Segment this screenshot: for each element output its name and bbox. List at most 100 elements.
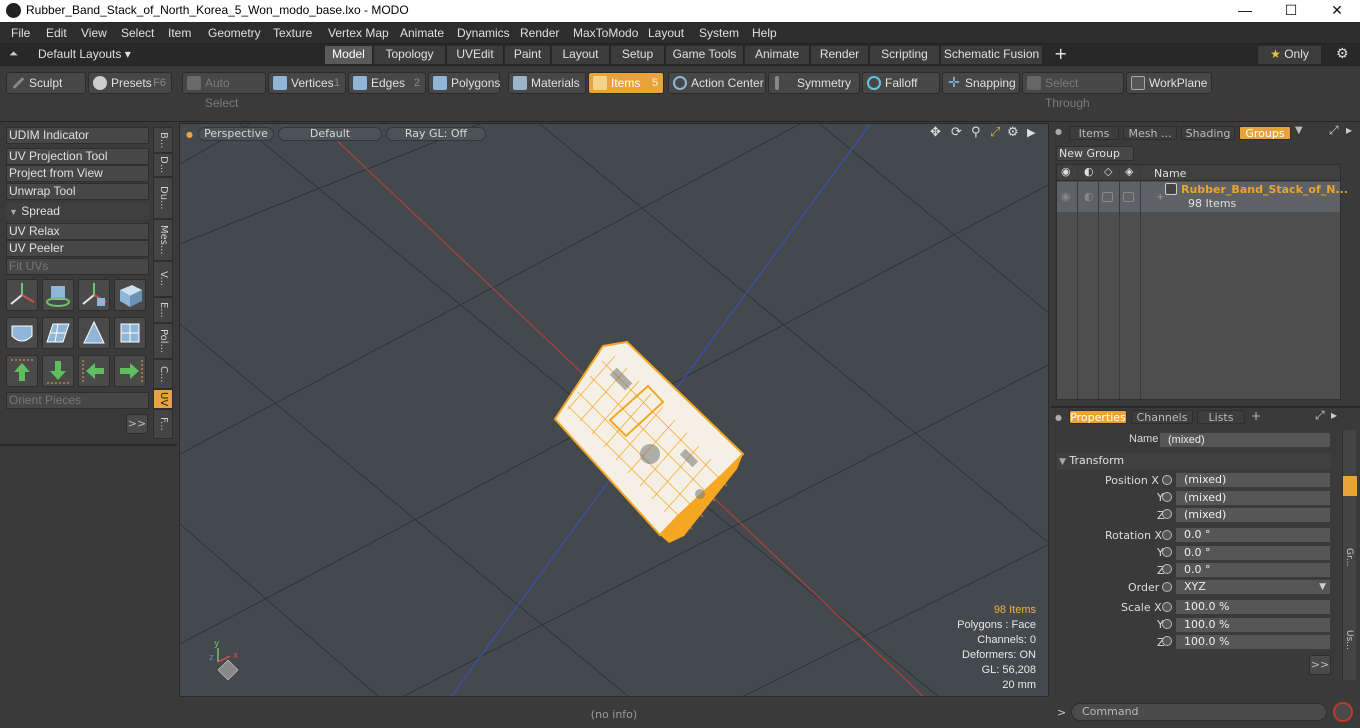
position-x-key-icon[interactable] (1162, 475, 1172, 485)
tab-channels[interactable]: Channels (1131, 410, 1193, 424)
position-z-field[interactable]: (mixed) (1175, 507, 1331, 523)
group-visibility-icon[interactable]: ◉ (1061, 190, 1071, 203)
spread-section[interactable]: ▼ Spread (6, 203, 149, 220)
expand-panel-icon[interactable]: ⤢ (1329, 123, 1339, 138)
name-field[interactable]: (mixed) (1159, 432, 1331, 448)
uv-sphere-icon[interactable] (6, 317, 38, 349)
select-icon[interactable]: ◈ (1125, 165, 1133, 178)
side-tab-gr[interactable]: Gr... (1344, 548, 1354, 566)
menu-edit[interactable]: Edit (46, 26, 67, 40)
render-icon[interactable]: ◐ (1084, 165, 1094, 178)
symmetry-button[interactable]: Symmetry (768, 72, 860, 94)
position-y-key-icon[interactable] (1162, 492, 1172, 502)
vtab-du[interactable]: Du... (153, 177, 173, 219)
scale-z-key-icon[interactable] (1162, 636, 1172, 646)
vtab-e[interactable]: E... (153, 297, 173, 323)
menu-view[interactable]: View (81, 26, 107, 40)
layout-collapse-icon[interactable]: ⏶ (9, 47, 18, 61)
menu-layout[interactable]: Layout (648, 26, 684, 40)
tab-schematic-fusion[interactable]: Schematic Fusion (941, 46, 1043, 64)
only-button[interactable]: ★ Only (1258, 46, 1322, 64)
menu-texture[interactable]: Texture (273, 26, 312, 40)
workplane-button[interactable]: WorkPlane (1126, 72, 1212, 94)
tab-items[interactable]: Items (1069, 126, 1119, 140)
uv-projection-tool-button[interactable]: UV Projection Tool (6, 148, 149, 165)
pan-icon[interactable]: ✥ (930, 125, 941, 140)
lock-icon[interactable]: ◇ (1104, 165, 1112, 178)
tab-mesh[interactable]: Mesh ... (1123, 126, 1177, 140)
minimize-button[interactable]: — (1222, 0, 1268, 22)
properties-more-button[interactable]: >> (1309, 655, 1331, 675)
add-prop-tab-button[interactable]: + (1251, 409, 1261, 423)
tab-model[interactable]: Model (325, 46, 373, 64)
orient-pieces-button[interactable]: Orient Pieces (6, 392, 149, 409)
rotate-view-icon[interactable]: ⟳ (951, 125, 962, 140)
project-from-view-button[interactable]: Project from View (6, 165, 149, 182)
uv-relax-button[interactable]: UV Relax (6, 223, 149, 240)
udim-indicator-button[interactable]: UDIM Indicator (6, 127, 149, 144)
tab-scripting[interactable]: Scripting (870, 46, 940, 64)
uv-rotate-icon[interactable] (42, 279, 74, 311)
3d-viewport[interactable]: y x z ● Perspective Default Ray GL: Off … (179, 123, 1049, 697)
name-column-header[interactable]: Name (1154, 167, 1186, 180)
settings-gear-icon[interactable]: ⚙ (1336, 46, 1349, 62)
vtab-uv[interactable]: UV (153, 389, 173, 409)
expand-plus-icon[interactable]: + (1156, 192, 1164, 203)
align-right-icon[interactable] (114, 355, 146, 387)
vtab-b[interactable]: B... (153, 127, 173, 153)
order-key-icon[interactable] (1162, 582, 1172, 592)
rotation-x-key-icon[interactable] (1162, 530, 1172, 540)
polygons-button[interactable]: Polygons (428, 72, 500, 94)
groups-panel-options-icon[interactable]: ● (1055, 127, 1062, 136)
items-button[interactable]: Items 5 (588, 72, 664, 94)
add-tab-button[interactable]: + (1054, 44, 1067, 63)
uv-pyramid-icon[interactable] (78, 317, 110, 349)
menu-dynamics[interactable]: Dynamics (457, 26, 510, 40)
vtab-c[interactable]: C... (153, 359, 173, 389)
align-up-icon[interactable] (6, 355, 38, 387)
vertices-button[interactable]: Vertices 1 (268, 72, 346, 94)
transform-section[interactable]: ▼ Transform (1057, 453, 1331, 469)
unwrap-tool-button[interactable]: Unwrap Tool (6, 183, 149, 200)
new-group-button[interactable]: New Group (1056, 146, 1134, 161)
tab-game-tools[interactable]: Game Tools (666, 46, 744, 64)
properties-menu-icon[interactable]: ▸ (1331, 408, 1337, 422)
menu-select[interactable]: Select (121, 26, 154, 40)
visibility-eye-icon[interactable]: ◉ (1061, 165, 1071, 178)
menu-vertex-map[interactable]: Vertex Map (328, 26, 389, 40)
rotation-y-field[interactable]: 0.0 ° (1175, 545, 1331, 561)
menu-system[interactable]: System (699, 26, 739, 40)
tab-topology[interactable]: Topology (374, 46, 446, 64)
vtab-pol[interactable]: Pol... (153, 323, 173, 359)
uv-grid-icon[interactable] (42, 317, 74, 349)
rotation-y-key-icon[interactable] (1162, 547, 1172, 557)
close-button[interactable]: ✕ (1314, 0, 1360, 22)
layout-selector[interactable]: Default Layouts ▾ (38, 47, 131, 61)
scale-y-field[interactable]: 100.0 % (1175, 617, 1331, 633)
tab-lists[interactable]: Lists (1197, 410, 1245, 424)
tab-setup[interactable]: Setup (611, 46, 665, 64)
tab-properties[interactable]: Properties (1069, 410, 1127, 424)
materials-button[interactable]: Materials (508, 72, 586, 94)
align-down-icon[interactable] (42, 355, 74, 387)
rotation-x-field[interactable]: 0.0 ° (1175, 527, 1331, 543)
tab-shading[interactable]: Shading (1181, 126, 1235, 140)
uv-peeler-button[interactable]: UV Peeler (6, 240, 149, 257)
expand-properties-icon[interactable]: ⤢ (1315, 408, 1325, 423)
edges-button[interactable]: Edges 2 (348, 72, 426, 94)
scale-y-key-icon[interactable] (1162, 619, 1172, 629)
rotation-z-field[interactable]: 0.0 ° (1175, 562, 1331, 578)
scale-z-field[interactable]: 100.0 % (1175, 634, 1331, 650)
uv-box-icon[interactable] (114, 279, 146, 311)
viewport-settings-icon[interactable]: ⚙ (1007, 125, 1019, 140)
shading-default-dropdown[interactable]: Default (278, 127, 382, 141)
menu-help[interactable]: Help (752, 26, 777, 40)
properties-panel-options-icon[interactable]: ● (1055, 413, 1062, 422)
tab-groups[interactable]: Groups (1239, 126, 1291, 140)
tab-paint[interactable]: Paint (505, 46, 551, 64)
menu-item[interactable]: Item (168, 26, 191, 40)
group-select-checkbox[interactable] (1123, 192, 1134, 202)
menu-geometry[interactable]: Geometry (208, 26, 261, 40)
group-row[interactable]: ◉ ◐ + Rubber_Band_Stack_of_N... 98 Items (1057, 182, 1348, 212)
rotation-z-key-icon[interactable] (1162, 564, 1172, 574)
